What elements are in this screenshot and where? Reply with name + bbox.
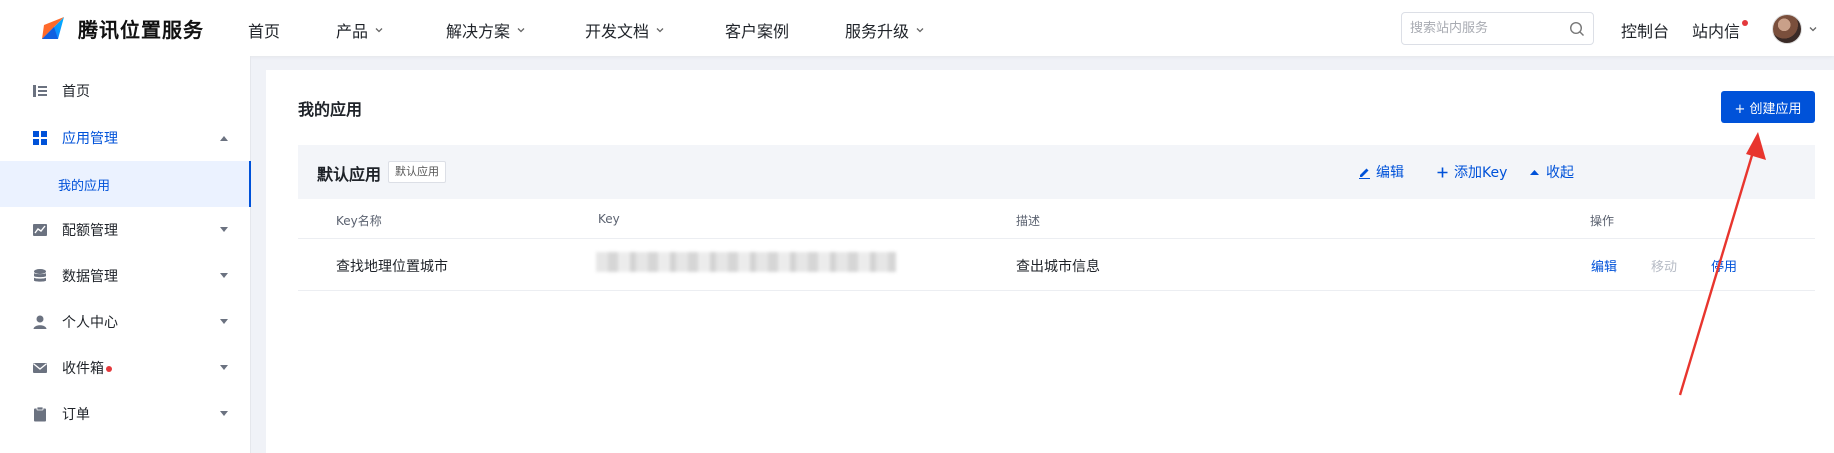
nav-home[interactable]: 首页	[248, 18, 280, 42]
page-title: 我的应用	[298, 100, 363, 119]
nav-cases[interactable]: 客户案例	[725, 18, 789, 42]
unread-dot	[106, 366, 112, 372]
key-name-cell: 查找地理位置城市	[336, 259, 448, 275]
user-icon	[33, 315, 47, 329]
sidebar-item-label: 配额管理	[62, 223, 118, 239]
caret-down-icon	[220, 411, 228, 416]
chevron-down-icon	[916, 28, 924, 33]
nav-products[interactable]: 产品	[336, 18, 384, 42]
nav-label: 客户案例	[725, 22, 790, 41]
plus-icon	[1437, 167, 1448, 177]
sidebar-item-orders[interactable]: 订单	[0, 391, 251, 437]
default-app-tag: 默认应用	[388, 161, 446, 183]
mail-icon	[33, 363, 47, 373]
disable-key-link[interactable]: 停用	[1711, 256, 1737, 275]
column-header: Key名称	[336, 214, 382, 228]
row-divider	[298, 238, 1815, 239]
console-link[interactable]: 控制台	[1621, 18, 1669, 42]
search-input[interactable]	[1410, 14, 1560, 43]
edit-key-link[interactable]: 编辑	[1591, 256, 1617, 275]
sidebar-item-app-management[interactable]: 应用管理	[0, 115, 251, 161]
unread-dot	[1742, 20, 1749, 26]
nav-solutions[interactable]: 解决方案	[446, 18, 526, 42]
nav-label: 产品	[336, 22, 369, 41]
edit-app-button[interactable]: 编辑	[1358, 162, 1404, 182]
sidebar-item-label: 应用管理	[62, 131, 118, 147]
column-header: 操作	[1590, 214, 1615, 228]
action-label: 添加Key	[1454, 165, 1508, 181]
chevron-down-icon	[375, 28, 383, 33]
nav-label: 解决方案	[446, 22, 511, 41]
avatar[interactable]	[1772, 14, 1802, 44]
caret-down-icon	[220, 319, 228, 324]
database-icon	[34, 269, 46, 282]
sidebar-item-label: 数据管理	[62, 269, 118, 285]
column-header: 描述	[1016, 214, 1041, 228]
messages-label: 站内信	[1692, 22, 1741, 41]
caret-up-icon	[1530, 169, 1539, 175]
grid-icon	[33, 131, 47, 145]
nav-label: 服务升级	[845, 22, 910, 41]
action-label: 编辑	[1376, 165, 1404, 181]
nav-label: 开发文档	[585, 22, 650, 41]
top-navbar: 腾讯位置服务 首页 产品 解决方案 开发文档 客户案例 服务升级 控制台 站内	[0, 0, 1834, 56]
edit-icon	[1359, 168, 1370, 179]
chevron-down-icon[interactable]	[1808, 24, 1818, 34]
row-divider	[298, 290, 1815, 291]
sidebar-item-label: 订单	[62, 407, 90, 423]
collapse-button[interactable]: 收起	[1528, 162, 1574, 182]
brand[interactable]: 腾讯位置服务	[36, 10, 204, 46]
sidebar-item-profile[interactable]: 个人中心	[0, 299, 251, 345]
app-header: 默认应用 默认应用 编辑 添加Key 收起	[298, 145, 1815, 199]
app-name: 默认应用	[317, 165, 382, 184]
sidebar-item-label: 个人中心	[62, 315, 118, 331]
list-icon	[33, 85, 47, 97]
action-label: 收起	[1546, 165, 1574, 181]
chevron-down-icon	[517, 28, 525, 33]
chevron-down-icon	[656, 28, 664, 33]
clipboard-icon	[34, 406, 46, 422]
chart-icon	[33, 224, 47, 236]
sidebar-item-inbox[interactable]: 收件箱	[0, 345, 251, 391]
sidebar-item-home[interactable]: 首页	[0, 68, 251, 114]
description-cell: 查出城市信息	[1016, 259, 1100, 275]
move-key-link: 移动	[1651, 260, 1678, 275]
sidebar: 首页 应用管理 我的应用 配额管理 数据管理 个人中心 收件箱 订单	[0, 56, 251, 453]
tencent-map-logo-icon	[42, 17, 64, 39]
sidebar-item-data[interactable]: 数据管理	[0, 253, 251, 299]
column-header: Key	[598, 212, 620, 226]
messages-link[interactable]: 站内信	[1692, 18, 1749, 42]
brand-name: 腾讯位置服务	[78, 17, 204, 42]
sidebar-item-label: 首页	[62, 84, 90, 100]
search-icon[interactable]	[1569, 21, 1585, 37]
sidebar-subitem-my-apps[interactable]: 我的应用	[0, 161, 251, 207]
main-panel: 我的应用 + 创建应用 默认应用 默认应用 编辑 添加Key 收起 Key名称 …	[266, 70, 1834, 453]
sidebar-item-label: 收件箱	[62, 361, 104, 377]
caret-up-icon	[220, 136, 228, 141]
redacted-key-value	[596, 252, 896, 272]
site-search	[1401, 12, 1594, 45]
caret-down-icon	[220, 365, 228, 370]
add-key-button[interactable]: 添加Key	[1436, 162, 1507, 182]
sidebar-item-quota[interactable]: 配额管理	[0, 207, 251, 253]
nav-upgrade[interactable]: 服务升级	[845, 18, 925, 42]
caret-down-icon	[220, 227, 228, 232]
create-app-button[interactable]: + 创建应用	[1721, 91, 1815, 123]
nav-label: 首页	[248, 22, 281, 41]
caret-down-icon	[220, 273, 228, 278]
nav-docs[interactable]: 开发文档	[585, 18, 665, 42]
